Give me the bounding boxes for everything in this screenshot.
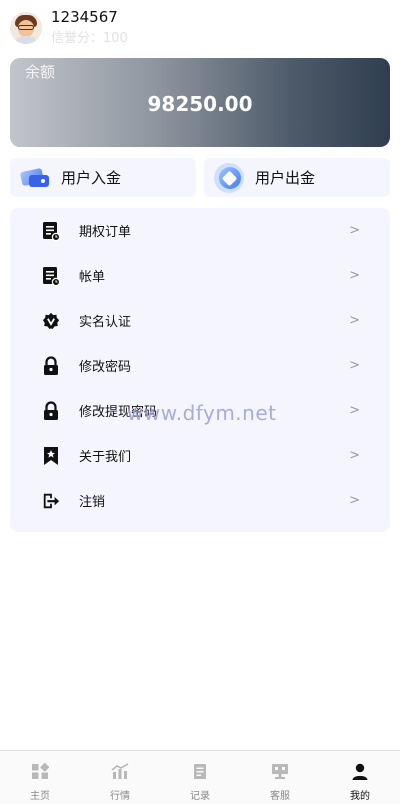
verified-badge-icon [42,312,60,329]
exchange-icon [214,162,244,193]
user-info: 1234567 信誉分：100 [51,8,128,48]
customer-service-icon [272,764,288,779]
menu-item-logout[interactable]: 注销 > [10,478,390,523]
chevron-right-icon: > [349,403,360,418]
balance-card: 余额 98250.00 [10,58,390,147]
tab-label: 主页 [30,791,50,802]
withdraw-label: 用户出金 [255,169,316,187]
tab-label: 我的 [350,791,370,802]
profile-header: 1234567 信誉分：100 [10,8,390,48]
menu-list: 期权订单 > 帐单 > 实名认证 > 修改密码 > 修改提现密码 > 关于我们 … [10,208,390,532]
menu-item-about-us[interactable]: 关于我们 > [10,433,390,478]
profile-icon [352,763,368,780]
menu-label: 修改密码 [79,360,132,375]
chevron-right-icon: > [349,358,360,373]
menu-item-change-password[interactable]: 修改密码 > [10,343,390,388]
withdraw-button[interactable]: 用户出金 [204,158,390,197]
menu-label: 期权订单 [79,225,132,240]
balance-value: 98250.00 [147,92,253,116]
menu-item-option-orders[interactable]: 期权订单 > [10,208,390,253]
menu-label: 关于我们 [79,450,132,465]
tab-customer-service[interactable]: 客服 [240,751,320,804]
balance-label: 余额 [25,63,56,81]
avatar[interactable] [10,12,42,44]
chevron-right-icon: > [349,313,360,328]
username: 1234567 [51,8,118,26]
order-doc-icon [43,221,60,241]
watermark: www.dfym.net [127,401,277,425]
menu-item-real-name-verification[interactable]: 实名认证 > [10,298,390,343]
menu-label: 注销 [79,495,106,510]
tab-market[interactable]: 行情 [80,751,160,804]
chevron-right-icon: > [349,448,360,463]
bill-doc-icon [43,266,60,286]
home-grid-icon [32,763,49,779]
deposit-button[interactable]: 用户入金 [10,158,196,197]
chevron-right-icon: > [349,223,360,238]
tab-label: 行情 [110,791,130,802]
tab-records[interactable]: 记录 [160,751,240,804]
chevron-right-icon: > [349,493,360,508]
bottom-tab-bar: 主页 行情 记录 客服 我的 [0,750,400,804]
tab-home[interactable]: 主页 [0,751,80,804]
tab-label: 客服 [270,791,290,802]
market-chart-icon [111,763,129,779]
lock-icon [44,355,58,375]
tab-profile[interactable]: 我的 [320,751,400,804]
lock-icon [44,400,58,420]
records-icon [194,764,206,779]
bookmark-star-icon [44,446,58,465]
logout-icon [43,493,60,508]
menu-item-bills[interactable]: 帐单 > [10,253,390,298]
menu-label: 实名认证 [79,315,132,330]
deposit-label: 用户入金 [61,169,122,187]
wallet-card-icon [19,167,51,188]
chevron-right-icon: > [349,268,360,283]
menu-label: 帐单 [79,270,106,285]
credit-score: 信誉分：100 [51,31,128,46]
tab-label: 记录 [190,791,210,802]
